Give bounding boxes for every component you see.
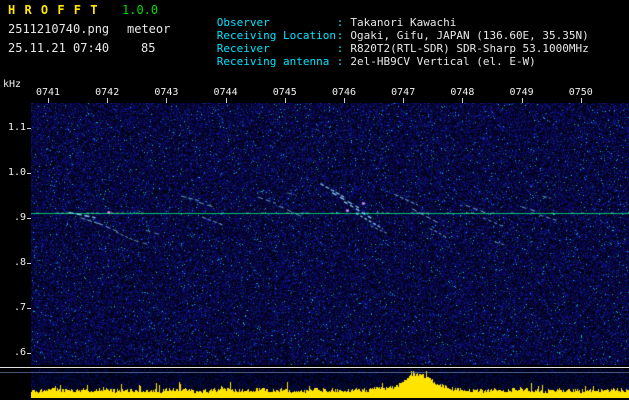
time-tick-label: 0747 [391, 87, 416, 98]
info-value: 2el-HB9CV Vertical (el. E-W) [350, 55, 536, 68]
separator-line-bottom [0, 372, 629, 373]
app-title: H R O F F T [8, 3, 99, 17]
hrofft-output: H R O F F T 1.0.0 2511210740.png meteor … [0, 0, 629, 400]
freq-tick-label: .8 [13, 256, 26, 268]
info-colon: : [336, 55, 344, 68]
info-colon: : [336, 16, 344, 29]
time-tick-label: 0749 [509, 87, 534, 98]
info-label: Receiver [216, 42, 270, 55]
info-label: Receiving antenna [216, 55, 330, 68]
spectrogram-canvas [31, 103, 629, 365]
time-tick-label: 0742 [95, 87, 120, 98]
info-value: Ogaki, Gifu, JAPAN (136.60E, 35.35N) [350, 29, 589, 42]
output-filename: 2511210740.png [8, 22, 110, 36]
info-colon: : [336, 42, 344, 55]
info-label: Receiving Location [216, 29, 336, 42]
time-tick-label: 0743 [154, 87, 179, 98]
time-tick-label: 0745 [272, 87, 297, 98]
freq-tick-label: 1.0 [7, 166, 26, 178]
app-version: 1.0.0 [122, 3, 159, 17]
info-value: R820T2(RTL-SDR) SDR-Sharp 53.1000MHz [350, 42, 589, 55]
observer-row: Observer: Takanori Kawachi [177, 3, 589, 29]
freq-unit-label: kHz [3, 79, 22, 90]
echo-count: 85 [141, 41, 156, 55]
time-tick-label: 0750 [568, 87, 593, 98]
station-info-panel: Observer: Takanori Kawachi Receiving Loca… [177, 3, 589, 68]
time-tick-label: 0744 [213, 87, 238, 98]
time-tick-label: 0746 [331, 87, 357, 98]
info-colon: : [336, 29, 344, 42]
freq-tick-label: .7 [13, 301, 26, 313]
freq-tick-label: 1.1 [7, 121, 26, 133]
observation-mode: meteor [127, 22, 171, 36]
freq-tick-label: .6 [13, 346, 26, 358]
info-value: Takanori Kawachi [350, 16, 457, 29]
observation-datetime: 25.11.21 07:40 [8, 41, 110, 55]
time-tick-label: 0741 [35, 87, 61, 98]
signal-level-canvas [31, 369, 629, 398]
separator-line-top [0, 367, 629, 368]
time-tick-label: 0748 [450, 87, 475, 98]
freq-tick-label: .9 [13, 211, 26, 223]
info-label: Observer [216, 16, 270, 29]
